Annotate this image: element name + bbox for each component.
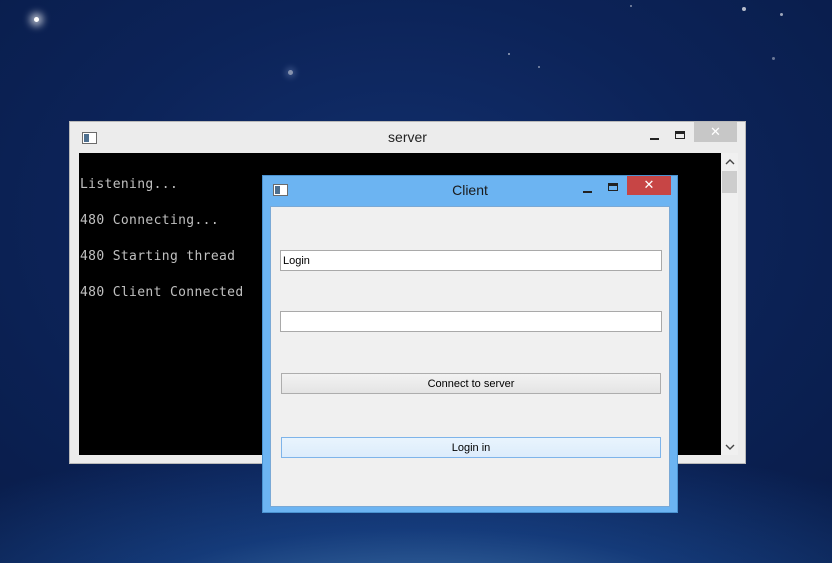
- background-star: [742, 7, 746, 11]
- maximize-icon: [675, 131, 685, 139]
- connect-to-server-button[interactable]: Connect to server: [281, 373, 661, 394]
- client-minimize-button[interactable]: [577, 181, 597, 197]
- server-minimize-button[interactable]: [644, 128, 664, 144]
- login-button[interactable]: Login in: [281, 437, 661, 458]
- password-input[interactable]: [280, 311, 662, 332]
- server-maximize-button[interactable]: [670, 127, 690, 143]
- client-form: Connect to server Login in: [270, 206, 670, 507]
- close-icon: ✕: [643, 178, 655, 193]
- client-close-button[interactable]: ✕: [627, 176, 671, 195]
- background-star: [288, 70, 293, 75]
- login-button-label: Login in: [451, 441, 491, 454]
- minimize-icon: [582, 191, 592, 193]
- maximize-icon: [608, 183, 618, 191]
- background-star: [538, 66, 540, 68]
- server-titlebar[interactable]: server ✕: [70, 122, 745, 154]
- client-maximize-button[interactable]: [603, 179, 623, 195]
- console-scrollbar[interactable]: [721, 153, 738, 455]
- background-star: [772, 57, 775, 60]
- background-star: [34, 17, 39, 22]
- close-icon: ✕: [710, 124, 721, 140]
- background-star: [630, 5, 632, 7]
- scroll-thumb[interactable]: [722, 171, 737, 193]
- server-close-button[interactable]: ✕: [694, 122, 737, 142]
- client-window: Client ✕ Connect to server Login in: [262, 175, 678, 513]
- connect-button-label: Connect to server: [427, 377, 515, 390]
- background-star: [508, 53, 510, 55]
- minimize-icon: [649, 138, 659, 140]
- scroll-up-arrow-icon[interactable]: [721, 153, 738, 170]
- login-input[interactable]: [280, 250, 662, 271]
- background-star: [780, 13, 783, 16]
- scroll-down-arrow-icon[interactable]: [721, 438, 738, 455]
